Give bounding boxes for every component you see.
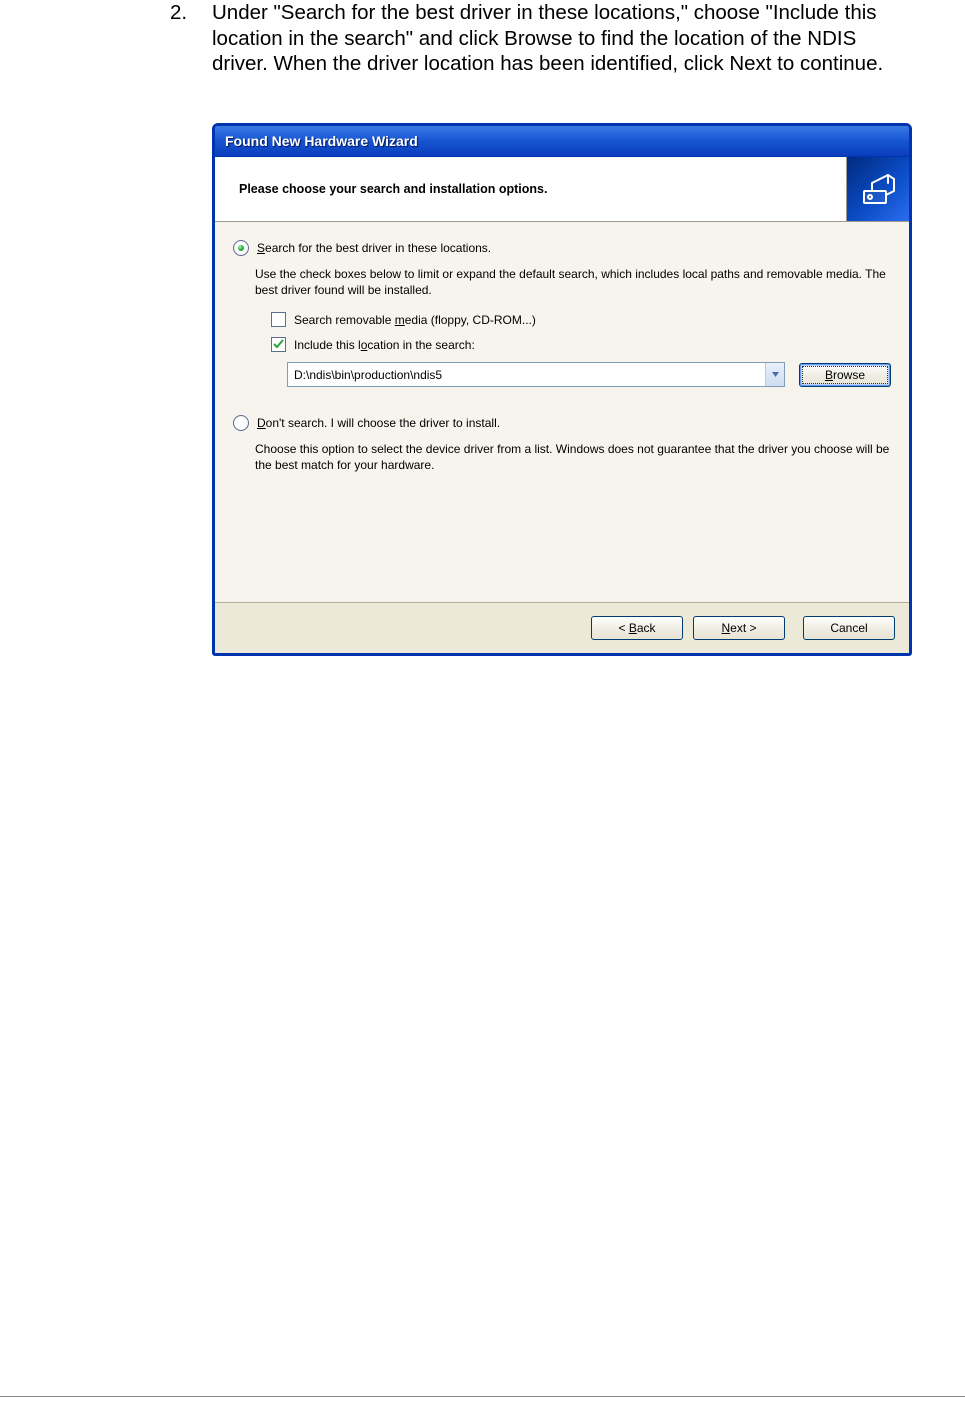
browse-button-label: Browse: [825, 368, 865, 382]
wizard-footer: < Back Next > Cancel: [215, 602, 909, 653]
cancel-button-label: Cancel: [830, 621, 867, 635]
chevron-down-icon[interactable]: [765, 363, 784, 386]
radio-search-label: Search for the best driver in these loca…: [257, 241, 491, 255]
instruction-step: 2. Under "Search for the best driver in …: [170, 0, 885, 77]
cancel-button[interactable]: Cancel: [803, 616, 895, 640]
checkbox-include-location-label: Include this location in the search:: [294, 338, 475, 352]
checkbox-removable-media-label: Search removable media (floppy, CD-ROM..…: [294, 313, 536, 327]
location-path-combobox[interactable]: D:\ndis\bin\production\ndis5: [287, 362, 785, 387]
checkbox-removable-media[interactable]: Search removable media (floppy, CD-ROM..…: [271, 312, 891, 327]
radio-dont-search-label: Don't search. I will choose the driver t…: [257, 416, 500, 430]
next-button[interactable]: Next >: [693, 616, 785, 640]
window-title: Found New Hardware Wizard: [225, 133, 418, 149]
found-new-hardware-window: Found New Hardware Wizard Please choose …: [212, 123, 912, 656]
radio-search-best-driver[interactable]: Search for the best driver in these loca…: [233, 240, 891, 256]
search-description: Use the check boxes below to limit or ex…: [255, 266, 891, 298]
location-path-value: D:\ndis\bin\production\ndis5: [288, 363, 765, 386]
step-number: 2.: [170, 0, 212, 26]
wizard-header: Please choose your search and installati…: [215, 157, 909, 222]
back-button-label: < Back: [618, 621, 655, 635]
page-footer-rule: [0, 1396, 965, 1397]
browse-button[interactable]: Browse: [799, 363, 891, 387]
wizard-body: Search for the best driver in these loca…: [215, 222, 909, 602]
dont-search-description: Choose this option to select the device …: [255, 441, 891, 473]
checkbox-icon-checked: [271, 337, 286, 352]
radio-dont-search[interactable]: Don't search. I will choose the driver t…: [233, 415, 891, 431]
wizard-heading: Please choose your search and installati…: [215, 157, 846, 221]
step-text: Under "Search for the best driver in the…: [212, 0, 885, 77]
back-button[interactable]: < Back: [591, 616, 683, 640]
window-titlebar: Found New Hardware Wizard: [215, 126, 909, 157]
next-button-label: Next >: [721, 621, 756, 635]
radio-icon: [233, 415, 249, 431]
hardware-icon: [846, 157, 909, 221]
radio-icon: [233, 240, 249, 256]
checkbox-icon: [271, 312, 286, 327]
checkbox-include-location[interactable]: Include this location in the search:: [271, 337, 891, 352]
